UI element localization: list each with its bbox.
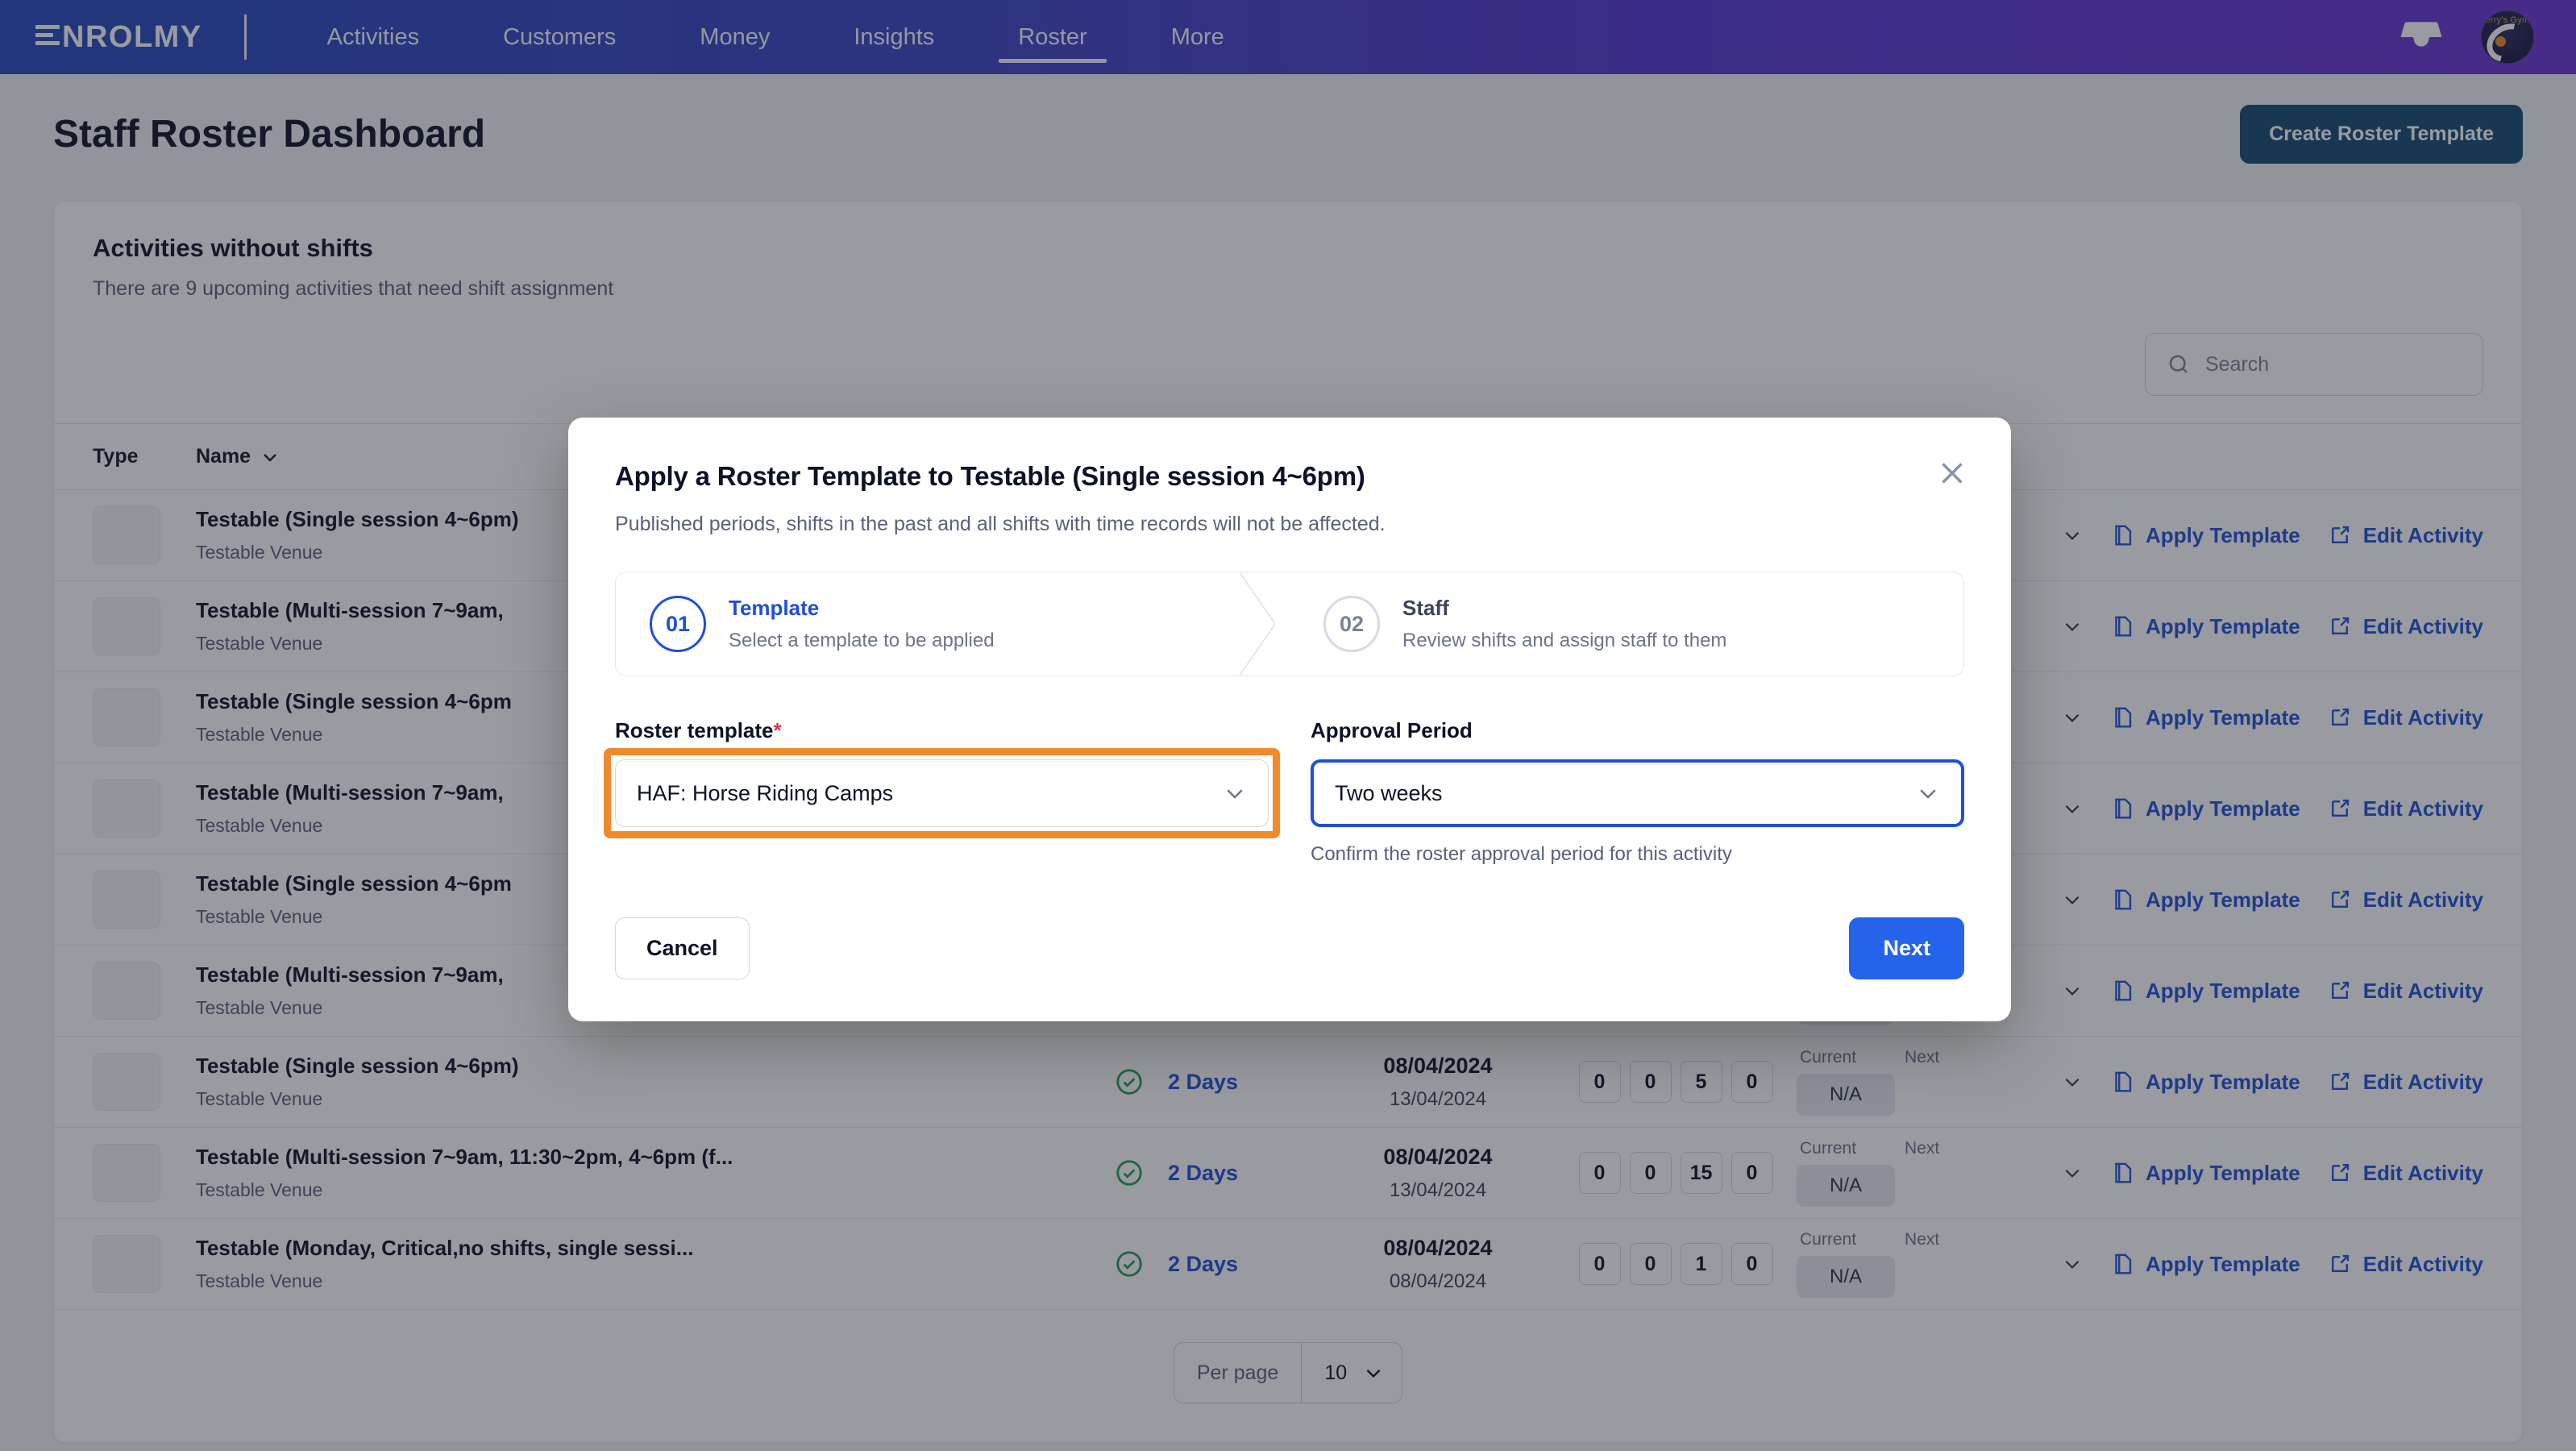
stepper: 01 Template Select a template to be appl… [615, 572, 1964, 676]
step-staff[interactable]: 02 Staff Review shifts and assign staff … [1290, 572, 1963, 676]
step-title: Staff [1402, 596, 1449, 620]
roster-template-label-text: Roster template [615, 718, 774, 742]
roster-template-select[interactable]: HAF: Horse Riding Camps [615, 759, 1269, 827]
roster-template-label: Roster template* [615, 718, 1269, 743]
step-description: Review shifts and assign staff to them [1402, 630, 1727, 651]
stepper-divider [1239, 572, 1277, 676]
approval-period-label: Approval Period [1311, 718, 1473, 742]
roster-template-select-wrap: HAF: Horse Riding Camps [604, 748, 1280, 838]
apply-roster-template-dialog: Apply a Roster Template to Testable (Sin… [568, 418, 2011, 1021]
approval-period-select[interactable]: Two weeks [1311, 759, 1964, 827]
next-button[interactable]: Next [1849, 917, 1964, 979]
chevron-down-icon [1920, 789, 1936, 799]
step-template[interactable]: 01 Template Select a template to be appl… [616, 572, 1290, 676]
approval-period-field: Approval Period Two weeks Confirm the ro… [1311, 718, 1964, 866]
close-icon[interactable] [1934, 455, 1971, 492]
roster-template-value: HAF: Horse Riding Camps [637, 780, 894, 805]
dialog-subtitle: Published periods, shifts in the past an… [615, 513, 1386, 535]
approval-period-value: Two weeks [1335, 780, 1443, 805]
cancel-button[interactable]: Cancel [615, 917, 750, 979]
step-number: 02 [1323, 596, 1380, 652]
dialog-fields: Roster template* HAF: Horse Riding Camps… [604, 718, 1964, 866]
approval-period-select-wrap: Two weeks [1311, 759, 1964, 827]
approval-period-help: Confirm the roster approval period for t… [1311, 843, 1732, 865]
step-title: Template [729, 596, 820, 620]
required-asterisk: * [773, 718, 782, 742]
dialog-title: Apply a Roster Template to Testable (Sin… [615, 461, 1365, 491]
chevron-down-icon [1227, 789, 1243, 799]
step-description: Select a template to be applied [729, 630, 995, 651]
roster-template-field: Roster template* HAF: Horse Riding Camps [604, 718, 1280, 866]
dialog-footer: Cancel Next [615, 917, 1964, 979]
step-number: 01 [650, 596, 706, 652]
